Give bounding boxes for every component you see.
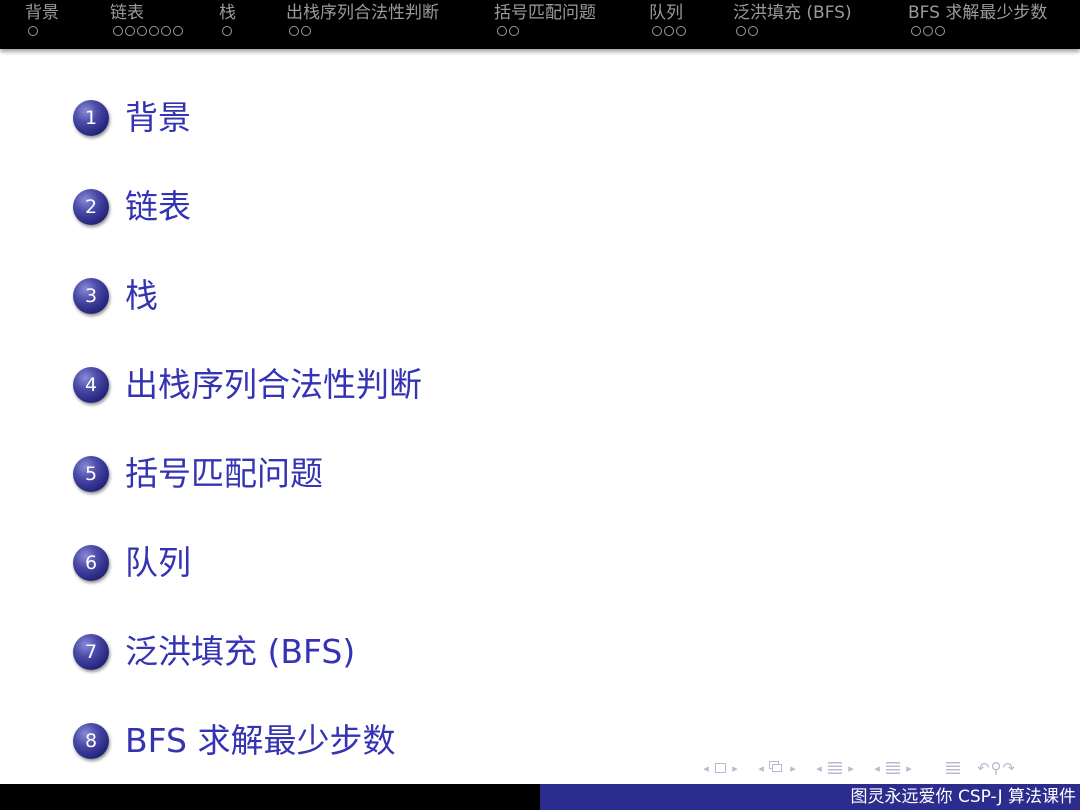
nav-frame-dots [110, 26, 183, 36]
nav-section-stack[interactable]: 栈 [219, 2, 236, 36]
frame-dot[interactable] [222, 26, 232, 36]
slide-icon[interactable] [715, 763, 726, 773]
footer-title: 图灵永远爱你 CSP-J 算法课件 [540, 784, 1080, 810]
frame-dot[interactable] [161, 26, 171, 36]
section-icon[interactable] [886, 762, 900, 774]
outline-item-label[interactable]: 括号匹配问题 [125, 452, 323, 496]
nav-frame-dots [494, 26, 596, 36]
nav-frame-dots [25, 26, 59, 36]
frame-dot[interactable] [125, 26, 135, 36]
footer-bar: 图灵永远爱你 CSP-J 算法课件 [0, 784, 1080, 810]
next-slide-icon[interactable]: ▸ [729, 762, 741, 775]
frame-dot[interactable] [301, 26, 311, 36]
item-number-ball: 8 [73, 723, 109, 759]
nav-section-linked-list[interactable]: 链表 [110, 2, 183, 36]
nav-section-title[interactable]: 出栈序列合法性判断 [286, 2, 439, 24]
outline-item[interactable]: 5 括号匹配问题 [73, 452, 323, 496]
frame-dot[interactable] [137, 26, 147, 36]
frame-dot[interactable] [923, 26, 933, 36]
outline-item-label[interactable]: 泛洪填充 (BFS) [125, 630, 355, 674]
item-number-ball: 4 [73, 367, 109, 403]
frame-dot[interactable] [28, 26, 38, 36]
outline-item[interactable]: 4 出栈序列合法性判断 [73, 363, 422, 407]
nav-section-flood-fill[interactable]: 泛洪填充 (BFS) [733, 2, 852, 36]
subsection-icon[interactable] [828, 762, 842, 774]
outline-item-label[interactable]: 栈 [125, 274, 158, 318]
nav-section-title[interactable]: 队列 [649, 2, 686, 24]
footer-left-panel [0, 784, 540, 810]
nav-frame-dots [286, 26, 439, 36]
frame-dot[interactable] [736, 26, 746, 36]
outline-item[interactable]: 8 BFS 求解最少步数 [73, 719, 395, 763]
outline-item[interactable]: 1 背景 [73, 96, 191, 140]
nav-frame-dots [733, 26, 852, 36]
align-icon[interactable] [946, 762, 960, 774]
nav-frame-dots [649, 26, 686, 36]
outline-item-label[interactable]: 背景 [125, 96, 191, 140]
frame-dot[interactable] [748, 26, 758, 36]
next-section-icon[interactable]: ▸ [903, 762, 915, 775]
frame-icon[interactable] [769, 761, 785, 775]
outline-item-label[interactable]: 出栈序列合法性判断 [125, 363, 422, 407]
frame-dot[interactable] [497, 26, 507, 36]
nav-frame-dots [219, 26, 236, 36]
section-navigation-bar: 背景 链表 栈 出栈序列合法性判断 括号匹配问题 队列 泛洪填充 (BFS) B… [0, 0, 1080, 49]
frame-dot[interactable] [149, 26, 159, 36]
nav-section-title[interactable]: 括号匹配问题 [494, 2, 596, 24]
outline-item[interactable]: 6 队列 [73, 541, 191, 585]
item-number-ball: 6 [73, 545, 109, 581]
nav-section-queue[interactable]: 队列 [649, 2, 686, 36]
nav-section-title[interactable]: 泛洪填充 (BFS) [733, 2, 852, 24]
frame-dot[interactable] [935, 26, 945, 36]
nav-section-background[interactable]: 背景 [25, 2, 59, 36]
prev-subsection-icon[interactable]: ◂ [813, 762, 825, 775]
prev-frame-icon[interactable]: ◂ [755, 762, 767, 775]
next-subsection-icon[interactable]: ▸ [845, 762, 857, 775]
item-number-ball: 2 [73, 189, 109, 225]
outline-item[interactable]: 2 链表 [73, 185, 191, 229]
nav-section-title[interactable]: 背景 [25, 2, 59, 24]
outline-item-label[interactable]: 链表 [125, 185, 191, 229]
frame-dot[interactable] [664, 26, 674, 36]
slide: 背景 链表 栈 出栈序列合法性判断 括号匹配问题 队列 泛洪填充 (BFS) B… [0, 0, 1080, 810]
prev-section-icon[interactable]: ◂ [871, 762, 883, 775]
nav-section-title[interactable]: BFS 求解最少步数 [908, 2, 1047, 24]
item-number-ball: 3 [73, 278, 109, 314]
item-number-ball: 7 [73, 634, 109, 670]
outline-item-label[interactable]: 队列 [125, 541, 191, 585]
frame-dot[interactable] [676, 26, 686, 36]
search-icon[interactable]: ↶⚲↷ [977, 759, 1047, 777]
nav-section-pop-sequence[interactable]: 出栈序列合法性判断 [286, 2, 439, 36]
frame-dot[interactable] [113, 26, 123, 36]
frame-dot[interactable] [289, 26, 299, 36]
frame-dot[interactable] [173, 26, 183, 36]
item-number-ball: 5 [73, 456, 109, 492]
nav-section-title[interactable]: 链表 [110, 2, 183, 24]
nav-section-title[interactable]: 栈 [219, 2, 236, 24]
nav-frame-dots [908, 26, 1047, 36]
outline-item-label[interactable]: BFS 求解最少步数 [125, 719, 395, 763]
frame-dot[interactable] [509, 26, 519, 36]
nav-section-bfs-min-steps[interactable]: BFS 求解最少步数 [908, 2, 1047, 36]
frame-dot[interactable] [911, 26, 921, 36]
navigation-symbols: ◂ ▸ ◂ ▸ ◂ ▸ ◂ ▸ ↶⚲↷ [700, 758, 1047, 778]
outline-item[interactable]: 7 泛洪填充 (BFS) [73, 630, 355, 674]
prev-slide-icon[interactable]: ◂ [700, 762, 712, 775]
item-number-ball: 1 [73, 100, 109, 136]
outline-item[interactable]: 3 栈 [73, 274, 158, 318]
next-frame-icon[interactable]: ▸ [787, 762, 799, 775]
frame-dot[interactable] [652, 26, 662, 36]
nav-section-bracket-matching[interactable]: 括号匹配问题 [494, 2, 596, 36]
